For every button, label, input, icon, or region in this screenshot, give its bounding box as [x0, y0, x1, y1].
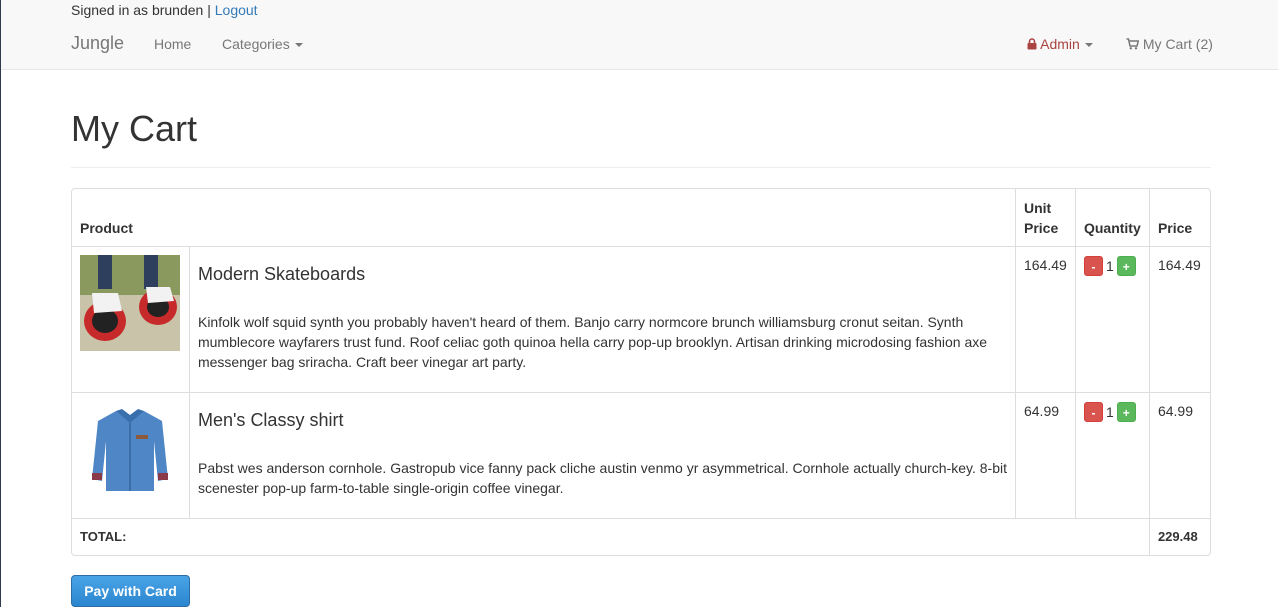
skateboard-image — [80, 255, 180, 351]
product-info-cell: Modern Skateboards Kinfolk wolf squid sy… — [188, 246, 1015, 392]
total-value: 229.48 — [1148, 518, 1210, 555]
quantity-value: 1 — [1105, 258, 1114, 275]
column-header-price: Price — [1148, 189, 1210, 246]
table-row: Modern Skateboards Kinfolk wolf squid sy… — [72, 246, 1210, 392]
brand-link[interactable]: Jungle — [71, 33, 124, 53]
product-image-cell — [72, 392, 189, 518]
price-cell: 164.49 — [1148, 246, 1210, 392]
total-row: TOTAL: 229.48 — [72, 518, 1210, 555]
table-row: Men's Classy shirt Pabst wes anderson co… — [72, 392, 1210, 518]
shopping-cart-icon — [1126, 36, 1143, 52]
column-header-unit-price: Unit Price — [1014, 189, 1075, 246]
total-label: TOTAL: — [72, 518, 1149, 555]
quantity-cell: -1 + — [1074, 392, 1149, 518]
quantity-cell: -1 + — [1074, 246, 1149, 392]
lock-icon — [1027, 36, 1040, 52]
chevron-down-icon — [294, 43, 303, 48]
unit-price-header-line1: Unit — [1023, 200, 1052, 216]
signed-in-status: Signed in as brunden | Logout — [71, 1, 258, 19]
shirt-image — [80, 401, 180, 497]
unit-price-cell: 164.49 — [1014, 246, 1075, 392]
chevron-down-icon — [1084, 43, 1093, 48]
unit-price-header-line2: Price — [1023, 220, 1059, 236]
page-title: My Cart — [71, 108, 197, 149]
cart-table: Product Unit Price Quantity Price Modern… — [71, 188, 1211, 556]
pay-with-card-button[interactable]: Pay with Card — [71, 575, 190, 607]
decrease-quantity-button[interactable]: - — [1083, 402, 1103, 423]
signed-in-text: Signed in as brunden — [71, 2, 204, 18]
product-info-cell: Men's Classy shirt Pabst wes anderson co… — [188, 392, 1015, 518]
title-divider — [71, 167, 1211, 168]
product-description: Kinfolk wolf squid synth you probably ha… — [197, 314, 988, 370]
logout-link[interactable]: Logout — [215, 2, 258, 18]
price-cell: 64.99 — [1148, 392, 1210, 518]
column-header-quantity: Quantity — [1074, 189, 1149, 246]
increase-quantity-button[interactable]: + — [1116, 256, 1136, 277]
product-name: Men's Classy shirt — [197, 410, 344, 430]
quantity-value: 1 — [1105, 404, 1114, 421]
table-header-row: Product Unit Price Quantity Price — [72, 189, 1210, 246]
admin-label: Admin — [1040, 36, 1080, 52]
nav-categories-dropdown[interactable]: Categories — [222, 34, 303, 54]
nav-categories-label: Categories — [222, 36, 290, 52]
product-name: Modern Skateboards — [197, 264, 366, 284]
navbar: Signed in as brunden | Logout Jungle Hom… — [1, 0, 1278, 70]
decrease-quantity-button[interactable]: - — [1083, 256, 1103, 277]
increase-quantity-button[interactable]: + — [1116, 402, 1136, 423]
unit-price-cell: 64.99 — [1014, 392, 1075, 518]
admin-dropdown[interactable]: Admin — [1027, 34, 1093, 54]
my-cart-label: My Cart (2) — [1142, 36, 1213, 52]
product-image-cell — [72, 246, 189, 392]
signin-separator: | — [207, 2, 211, 18]
nav-home-link[interactable]: Home — [154, 34, 191, 54]
column-header-product: Product — [80, 220, 133, 236]
product-description: Pabst wes anderson cornhole. Gastropub v… — [197, 460, 1007, 496]
my-cart-link[interactable]: My Cart (2) — [1126, 34, 1213, 54]
